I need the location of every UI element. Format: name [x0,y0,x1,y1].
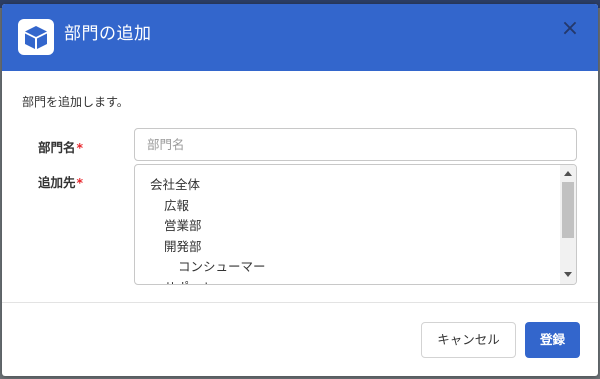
submit-button[interactable]: 登録 [525,322,580,358]
scroll-down-arrow-icon[interactable] [564,272,572,277]
department-name-input[interactable] [134,128,577,161]
parent-department-label-text: 追加先 [38,175,76,190]
listbox-option[interactable]: 開発部 [164,236,202,255]
close-icon[interactable]: × [559,18,581,40]
dialog-description: 部門を追加します。 [22,95,129,109]
cancel-button[interactable]: キャンセル [421,322,516,358]
department-name-label: 部門名* [38,137,83,156]
required-mark: * [76,175,84,190]
parent-department-label: 追加先* [38,172,83,191]
cube-icon [18,19,54,55]
listbox-options: 会社全体広報営業部開発部コンシューマーサポート [135,165,560,284]
required-mark: * [76,140,84,155]
listbox-option[interactable]: 広報 [164,195,189,214]
add-department-dialog: 部門の追加 × 部門を追加します。 部門名* 追加先* 会社全体広報営業部開発部… [2,4,598,376]
listbox-option[interactable]: コンシューマー [178,256,266,275]
scrollbar-thumb[interactable] [562,182,574,238]
listbox-option[interactable]: サポート [164,277,214,285]
listbox-option[interactable]: 会社全体 [150,174,200,193]
department-name-label-text: 部門名 [38,140,76,155]
listbox-scrollbar[interactable] [560,165,576,284]
scroll-up-arrow-icon[interactable] [564,171,572,176]
dialog-title: 部門の追加 [64,24,152,44]
listbox-option[interactable]: 営業部 [164,215,202,234]
parent-department-listbox[interactable]: 会社全体広報営業部開発部コンシューマーサポート [134,164,577,285]
footer-divider [2,302,598,303]
dialog-header: 部門の追加 × [2,4,598,71]
